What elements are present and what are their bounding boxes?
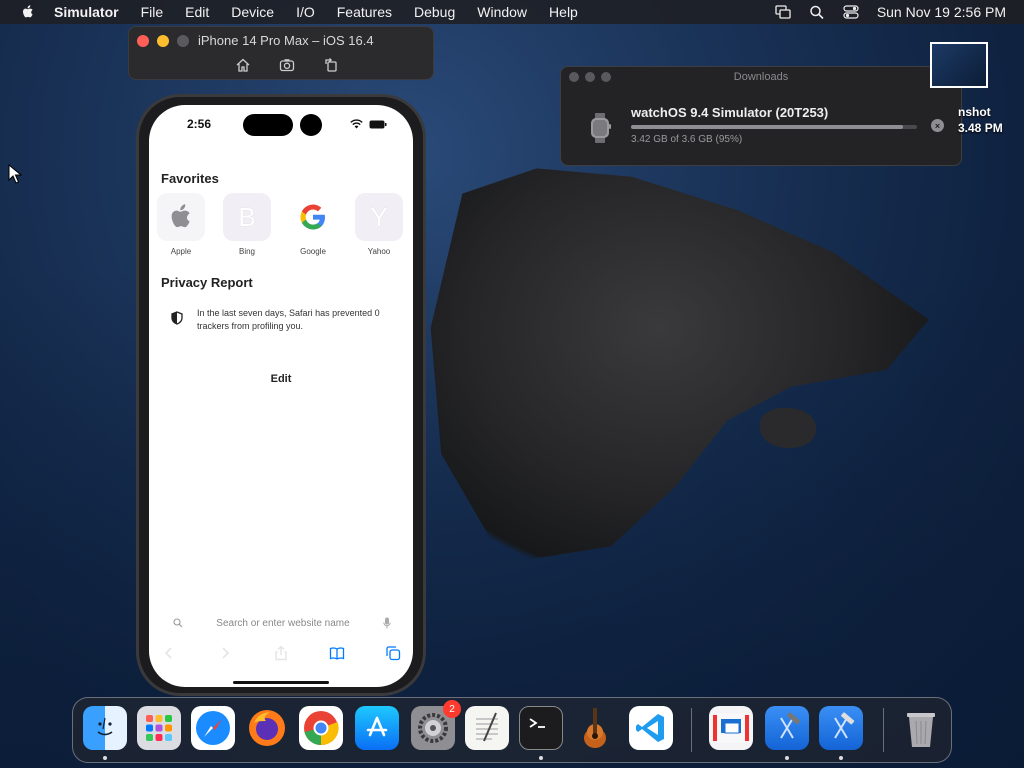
firefox-icon[interactable] (245, 706, 289, 750)
favorite-bing[interactable]: B Bing (223, 193, 271, 256)
vscode-icon[interactable] (629, 706, 673, 750)
simulator-window-titlebar: iPhone 14 Pro Max – iOS 16.4 (128, 26, 434, 80)
menu-help[interactable]: Help (549, 4, 578, 20)
xcode-beta-icon[interactable] (819, 706, 863, 750)
zoom-window-button[interactable] (177, 35, 189, 47)
download-item-name: watchOS 9.4 Simulator (20T253) (631, 105, 829, 120)
chrome-icon[interactable] (299, 706, 343, 750)
favorites-heading: Favorites (161, 171, 219, 186)
menu-file[interactable]: File (141, 4, 164, 20)
screenshot-file-thumbnail[interactable] (930, 42, 988, 88)
mouse-pointer-icon (8, 164, 22, 184)
safari-icon[interactable] (191, 706, 235, 750)
favorite-apple[interactable]: Apple (157, 193, 205, 256)
trash-icon[interactable] (899, 706, 943, 750)
safari-toolbar (161, 645, 401, 661)
wallpaper-rock (760, 408, 816, 448)
home-indicator[interactable] (233, 681, 329, 684)
close-window-button[interactable] (137, 35, 149, 47)
menu-debug[interactable]: Debug (414, 4, 455, 20)
front-camera (300, 114, 322, 136)
screenshot-file-label[interactable]: nshot 3.48 PM (958, 104, 1003, 136)
launchpad-icon[interactable] (137, 706, 181, 750)
download-progress-fill (631, 125, 903, 129)
edit-start-page-button[interactable]: Edit (149, 373, 413, 385)
wifi-icon (350, 119, 363, 129)
battery-icon (369, 120, 387, 128)
shield-icon (171, 311, 183, 325)
garageband-icon[interactable] (573, 706, 617, 750)
app-store-icon[interactable] (355, 706, 399, 750)
control-center-icon[interactable] (843, 5, 859, 19)
safari-address-bar[interactable]: Search or enter website name (173, 617, 391, 629)
spotlight-search-icon[interactable] (809, 5, 825, 19)
favorites-grid: Apple B Bing Google Y Yahoo (157, 193, 403, 256)
minimize-window-button[interactable] (157, 35, 169, 47)
address-bar-placeholder: Search or enter website name (216, 617, 350, 629)
rotate-device-icon[interactable] (323, 57, 339, 73)
forward-chevron-icon[interactable] (217, 645, 233, 661)
bing-letter-icon: B (223, 193, 271, 241)
favorite-yahoo[interactable]: Y Yahoo (355, 193, 403, 256)
favorite-label: Apple (170, 247, 192, 256)
microphone-icon[interactable] (383, 617, 391, 629)
screen-mirroring-icon[interactable] (775, 5, 791, 19)
download-size-status: 3.42 GB of 3.6 GB (95%) (631, 134, 743, 145)
menu-app-name[interactable]: Simulator (54, 4, 119, 20)
iphone-screen[interactable]: 2:56 Favorites Apple B Bing Google Y Yah… (149, 105, 413, 687)
download-progress-bar (631, 125, 917, 129)
tabs-icon[interactable] (385, 645, 401, 661)
finder-icon[interactable] (83, 706, 127, 750)
textedit-icon[interactable] (465, 706, 509, 750)
favorite-label: Bing (238, 247, 255, 256)
screens-icon[interactable] (709, 706, 753, 750)
favorite-label: Yahoo (367, 247, 391, 256)
cancel-download-icon[interactable]: × (931, 119, 944, 132)
menu-edit[interactable]: Edit (185, 4, 209, 20)
downloads-window: Downloads watchOS 9.4 Simulator (20T253)… (560, 66, 962, 166)
notification-badge: 2 (443, 700, 461, 718)
system-settings-icon[interactable]: 2 (411, 700, 461, 750)
privacy-report-heading: Privacy Report (161, 275, 253, 290)
terminal-icon[interactable] (519, 706, 563, 750)
yahoo-letter-icon: Y (355, 193, 403, 241)
apple-watch-icon (591, 113, 611, 143)
bookmarks-icon[interactable] (329, 645, 345, 661)
downloads-window-title: Downloads (733, 71, 789, 83)
menu-device[interactable]: Device (231, 4, 274, 20)
iphone-simulator-device: 2:56 Favorites Apple B Bing Google Y Yah… (136, 94, 426, 696)
menu-io[interactable]: I/O (296, 4, 315, 20)
apple-logo-icon (157, 193, 205, 241)
privacy-report-card[interactable]: In the last seven days, Safari has preve… (171, 307, 401, 333)
dock: 2 (72, 697, 952, 763)
menu-clock[interactable]: Sun Nov 19 2:56 PM (877, 4, 1006, 20)
privacy-report-text: In the last seven days, Safari has preve… (197, 308, 380, 331)
dynamic-island (243, 114, 293, 136)
screenshot-camera-icon[interactable] (279, 57, 295, 73)
xcode-icon[interactable] (765, 706, 809, 750)
google-logo-icon (289, 193, 337, 241)
menu-bar: Simulator File Edit Device I/O Features … (0, 0, 1024, 24)
back-chevron-icon[interactable] (161, 645, 177, 661)
simulator-window-title: iPhone 14 Pro Max – iOS 16.4 (198, 33, 374, 48)
apple-menu-icon[interactable] (20, 4, 36, 20)
favorite-label: Google (300, 247, 326, 256)
share-icon[interactable] (273, 645, 289, 661)
menu-window[interactable]: Window (477, 4, 527, 20)
menu-features[interactable]: Features (337, 4, 392, 20)
status-bar-time: 2:56 (187, 117, 212, 131)
favorite-google[interactable]: Google (289, 193, 337, 256)
search-icon (173, 618, 183, 628)
home-icon[interactable] (235, 57, 251, 73)
